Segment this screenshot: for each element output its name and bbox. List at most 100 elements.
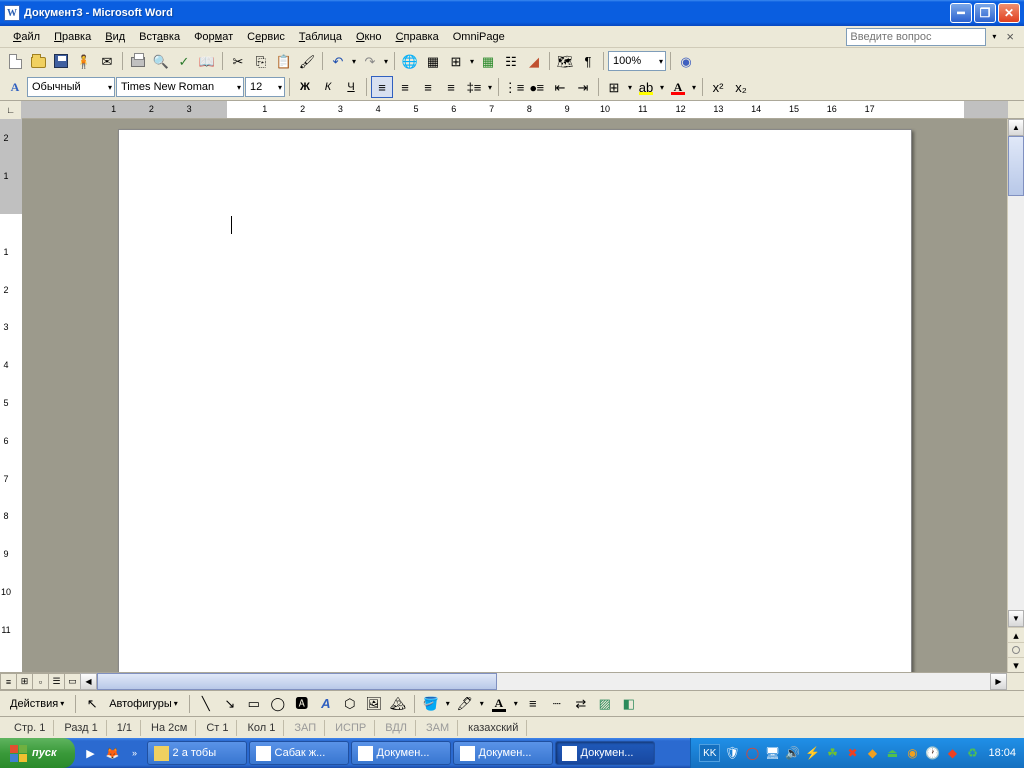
horizontal-ruler[interactable]: ∟ 3211234567891011121314151617 — [0, 101, 1024, 119]
document-viewport[interactable] — [22, 119, 1007, 672]
textbox-button[interactable]: 🅰 — [291, 693, 313, 715]
shadow-button[interactable]: ▨ — [594, 693, 616, 715]
prev-page-button[interactable]: ▴ — [1008, 627, 1024, 642]
insert-picture-button[interactable]: 🏔 — [387, 693, 409, 715]
vertical-ruler[interactable]: 211234567891011 — [0, 119, 22, 672]
line-spacing-dropdown[interactable]: ▾ — [486, 83, 494, 92]
font-size-combo[interactable]: 12▾ — [245, 77, 285, 97]
italic-button[interactable]: К — [317, 76, 339, 98]
status-rec[interactable]: ЗАП — [286, 720, 325, 736]
paste-button[interactable]: 📋 — [273, 50, 295, 72]
zoom-combo[interactable]: 100%▾ — [608, 51, 666, 71]
select-objects-button[interactable]: ↖ — [81, 693, 103, 715]
status-trk[interactable]: ИСПР — [327, 720, 375, 736]
new-doc-button[interactable] — [4, 50, 26, 72]
rectangle-button[interactable]: ▭ — [243, 693, 265, 715]
next-page-button[interactable]: ▾ — [1008, 657, 1024, 672]
taskbar-item-word-4[interactable]: Докумен... — [555, 741, 655, 765]
style-combo[interactable]: Обычный▾ — [27, 77, 115, 97]
superscript-button[interactable]: x² — [707, 76, 729, 98]
oval-button[interactable]: ◯ — [267, 693, 289, 715]
dash-style-button[interactable]: ┈ — [546, 693, 568, 715]
window-maximize-button[interactable]: ❐ — [974, 3, 996, 23]
scroll-thumb[interactable] — [1008, 136, 1024, 196]
print-preview-button[interactable]: 🔍 — [150, 50, 172, 72]
font-combo[interactable]: Times New Roman▾ — [116, 77, 244, 97]
spellcheck-button[interactable]: ✓ — [173, 50, 195, 72]
diagram-button[interactable]: ⬡ — [339, 693, 361, 715]
tray-icon[interactable]: ◆ — [944, 745, 960, 761]
drawing-actions-menu[interactable]: Действия ▾ — [6, 696, 70, 712]
status-ovr[interactable]: ЗАМ — [418, 720, 458, 736]
help-dropdown-icon[interactable]: ▾ — [990, 32, 998, 41]
tray-icon[interactable]: 🛡 — [724, 745, 740, 761]
window-minimize-button[interactable]: ━ — [950, 3, 972, 23]
align-justify-button[interactable]: ≡ — [440, 76, 462, 98]
undo-dropdown[interactable]: ▾ — [350, 57, 358, 66]
tables-borders-button[interactable]: ▦ — [422, 50, 444, 72]
help-search-input[interactable] — [846, 28, 986, 46]
quicklaunch-wmp-icon[interactable]: ▶ — [81, 742, 101, 764]
quicklaunch-more-icon[interactable]: » — [125, 742, 145, 764]
menu-insert[interactable]: Вставка — [132, 29, 187, 45]
font-color-dropdown[interactable]: ▾ — [690, 83, 698, 92]
align-right-button[interactable]: ≡ — [417, 76, 439, 98]
menu-format[interactable]: Формат — [187, 29, 240, 45]
show-formatting-button[interactable]: ¶ — [577, 50, 599, 72]
save-button[interactable] — [50, 50, 72, 72]
insert-table-dropdown[interactable]: ▾ — [468, 57, 476, 66]
autoshapes-menu[interactable]: Автофигуры ▾ — [105, 696, 184, 712]
undo-button[interactable]: ↶ — [327, 50, 349, 72]
tray-icon[interactable]: 🕐 — [924, 745, 940, 761]
columns-button[interactable]: ☷ — [500, 50, 522, 72]
start-button[interactable]: пуск — [0, 738, 75, 768]
help-button[interactable]: ◉ — [675, 50, 697, 72]
decrease-indent-button[interactable]: ⇤ — [549, 76, 571, 98]
font-color-button[interactable]: A — [667, 76, 689, 98]
hyperlink-button[interactable]: 🌐 — [399, 50, 421, 72]
tray-icon[interactable]: ⚡ — [804, 745, 820, 761]
align-left-button[interactable]: ≡ — [371, 76, 393, 98]
menu-window[interactable]: Окно — [349, 29, 389, 45]
format-painter-button[interactable]: 🖌 — [296, 50, 318, 72]
hscroll-thumb[interactable] — [97, 673, 497, 690]
tray-icon[interactable]: ♻ — [964, 745, 980, 761]
highlight-dropdown[interactable]: ▾ — [658, 83, 666, 92]
tray-icon[interactable]: ☘ — [824, 745, 840, 761]
insert-table-button[interactable]: ⊞ — [445, 50, 467, 72]
underline-button[interactable]: Ч — [340, 76, 362, 98]
subscript-button[interactable]: x₂ — [730, 76, 752, 98]
styles-pane-button[interactable]: A — [4, 76, 26, 98]
web-view-button[interactable]: ⊞ — [16, 673, 33, 690]
borders-dropdown[interactable]: ▾ — [626, 83, 634, 92]
line-button[interactable]: ╲ — [195, 693, 217, 715]
drawing-toolbar-button[interactable]: ◢ — [523, 50, 545, 72]
document-map-button[interactable]: 🗺 — [554, 50, 576, 72]
line-style-button[interactable]: ≡ — [522, 693, 544, 715]
tray-icon[interactable]: ◆ — [864, 745, 880, 761]
insert-excel-button[interactable]: ▦ — [477, 50, 499, 72]
document-page[interactable] — [118, 129, 912, 672]
print-view-button[interactable]: ▫ — [32, 673, 49, 690]
bullet-list-button[interactable]: ⦁≡ — [526, 76, 548, 98]
tray-volume-icon[interactable]: 🔊 — [784, 745, 800, 761]
email-button[interactable]: ✉ — [96, 50, 118, 72]
tray-usb-icon[interactable]: ⏏ — [884, 745, 900, 761]
horizontal-scrollbar[interactable]: ◀ ▶ — [80, 673, 1007, 690]
line-spacing-button[interactable]: ‡≡ — [463, 76, 485, 98]
wordart-button[interactable]: A — [315, 693, 337, 715]
tray-icon[interactable]: 🖥 — [764, 745, 780, 761]
permission-button[interactable]: 🧍 — [73, 50, 95, 72]
menu-view[interactable]: Вид — [98, 29, 132, 45]
status-ext[interactable]: ВДЛ — [377, 720, 416, 736]
scroll-left-button[interactable]: ◀ — [80, 673, 97, 690]
menu-omnipage[interactable]: OmniPage — [446, 29, 512, 45]
vertical-scrollbar[interactable]: ▲ ▼ ▴ ▾ — [1007, 119, 1024, 672]
menu-edit[interactable]: Правка — [47, 29, 98, 45]
tray-icon[interactable]: ◉ — [904, 745, 920, 761]
scroll-up-button[interactable]: ▲ — [1008, 119, 1024, 136]
line-color-button[interactable]: 🖊 — [454, 693, 476, 715]
increase-indent-button[interactable]: ⇥ — [572, 76, 594, 98]
menu-help[interactable]: Справка — [389, 29, 446, 45]
3d-button[interactable]: ◧ — [618, 693, 640, 715]
